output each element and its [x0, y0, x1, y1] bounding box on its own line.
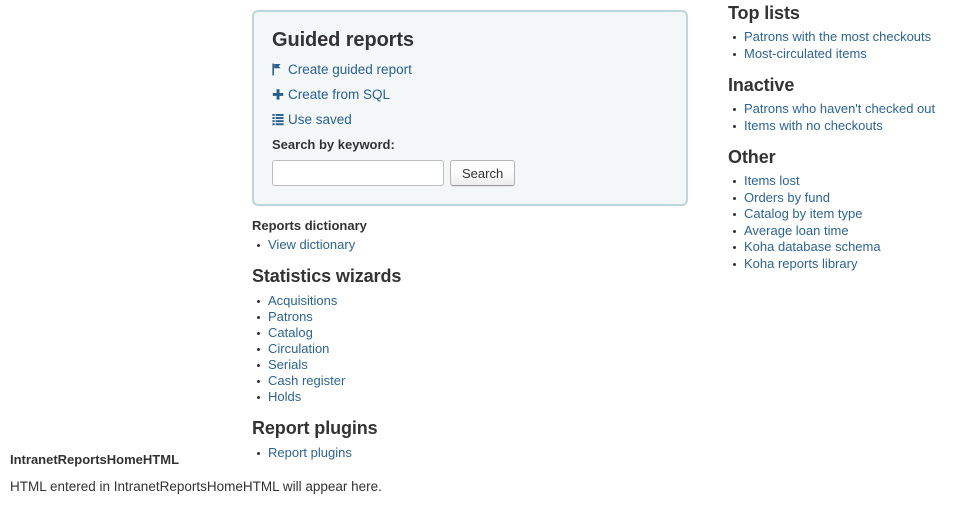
search-button[interactable]: Search: [450, 160, 516, 186]
stat-patrons-link[interactable]: Patrons: [268, 309, 313, 324]
use-saved-link[interactable]: Use saved: [288, 112, 352, 127]
search-row: Search: [272, 160, 668, 186]
sidebar-item-catalog-by-item-type[interactable]: Catalog by item type: [744, 206, 863, 221]
list-item: Circulation: [252, 341, 688, 357]
guided-reports-panel: Guided reports Create guided report Crea…: [252, 10, 688, 206]
sidebar-other-list: Items lost Orders by fund Catalog by ite…: [728, 173, 953, 272]
stat-acquisitions-link[interactable]: Acquisitions: [268, 293, 337, 308]
sidebar-top-lists-title: Top lists: [728, 3, 800, 23]
stat-cash-register-link[interactable]: Cash register: [268, 373, 345, 388]
list-item: Items with no checkouts: [728, 118, 953, 135]
list-item: Catalog: [252, 325, 688, 341]
sidebar-item-items-no-checkouts[interactable]: Items with no checkouts: [744, 118, 883, 133]
use-saved-row: Use saved: [272, 112, 668, 128]
intranet-reports-home-html-block: IntranetReportsHomeHTML HTML entered in …: [10, 452, 710, 495]
stat-circulation-link[interactable]: Circulation: [268, 341, 329, 356]
statistics-wizards-list: Acquisitions Patrons Catalog Circulation…: [252, 293, 688, 405]
sidebar-item-koha-reports-library[interactable]: Koha reports library: [744, 256, 857, 271]
main-column: Guided reports Create guided report Crea…: [252, 10, 688, 461]
list-item: Acquisitions: [252, 293, 688, 309]
statistics-wizards-title: Statistics wizards: [252, 266, 402, 286]
list-item: Orders by fund: [728, 190, 953, 207]
statistics-wizards-section: Statistics wizards Acquisitions Patrons …: [252, 265, 688, 405]
reports-dictionary-list: View dictionary: [252, 237, 688, 253]
sidebar-item-most-circulated-items[interactable]: Most-circulated items: [744, 46, 867, 61]
create-guided-report-link[interactable]: Create guided report: [288, 62, 412, 77]
sidebar-inactive-list: Patrons who haven't checked out Items wi…: [728, 101, 953, 134]
list-item: Patrons: [252, 309, 688, 325]
stat-holds-link[interactable]: Holds: [268, 389, 301, 404]
sidebar-group-other: Other Items lost Orders by fund Catalog …: [728, 146, 953, 272]
sidebar-item-items-lost[interactable]: Items lost: [744, 173, 800, 188]
reports-dictionary-section: Reports dictionary View dictionary: [252, 218, 688, 253]
list-item: View dictionary: [252, 237, 688, 253]
list-item: Catalog by item type: [728, 206, 953, 223]
intranet-reports-home-html-text: HTML entered in IntranetReportsHomeHTML …: [10, 479, 382, 494]
list-item: Cash register: [252, 373, 688, 389]
reports-home-page: Guided reports Create guided report Crea…: [0, 0, 957, 511]
create-guided-report-row: Create guided report: [272, 62, 668, 78]
list-icon: [272, 113, 284, 126]
view-dictionary-link[interactable]: View dictionary: [268, 237, 355, 252]
sidebar-item-average-loan-time[interactable]: Average loan time: [744, 223, 849, 238]
list-item: Koha reports library: [728, 256, 953, 273]
reports-dictionary-title: Reports dictionary: [252, 218, 367, 233]
list-item: Items lost: [728, 173, 953, 190]
sidebar-item-patrons-not-checked-out[interactable]: Patrons who haven't checked out: [744, 101, 935, 116]
create-from-sql-link[interactable]: Create from SQL: [288, 87, 390, 102]
sidebar-item-orders-by-fund[interactable]: Orders by fund: [744, 190, 830, 205]
intranet-reports-home-html-title: IntranetReportsHomeHTML: [10, 452, 180, 467]
list-item: Average loan time: [728, 223, 953, 240]
list-item: Holds: [252, 389, 688, 405]
sidebar-top-lists-list: Patrons with the most checkouts Most-cir…: [728, 29, 953, 62]
magic-wand-icon: [272, 63, 284, 76]
list-item: Koha database schema: [728, 239, 953, 256]
stat-serials-link[interactable]: Serials: [268, 357, 308, 372]
sidebar-item-koha-database-schema[interactable]: Koha database schema: [744, 239, 881, 254]
sidebar-group-inactive: Inactive Patrons who haven't checked out…: [728, 74, 953, 134]
guided-reports-title: Guided reports: [272, 29, 414, 51]
plus-icon: [272, 88, 284, 101]
list-item: Most-circulated items: [728, 46, 953, 63]
search-by-keyword-label: Search by keyword:: [272, 137, 395, 152]
list-item: Serials: [252, 357, 688, 373]
sidebar-item-patrons-most-checkouts[interactable]: Patrons with the most checkouts: [744, 29, 931, 44]
sidebar-group-top-lists: Top lists Patrons with the most checkout…: [728, 2, 953, 62]
stat-catalog-link[interactable]: Catalog: [268, 325, 313, 340]
create-from-sql-row: Create from SQL: [272, 87, 668, 103]
report-plugins-title: Report plugins: [252, 418, 378, 438]
sidebar-column: Top lists Patrons with the most checkout…: [728, 2, 953, 272]
search-input[interactable]: [272, 160, 444, 186]
list-item: Patrons who haven't checked out: [728, 101, 953, 118]
list-item: Patrons with the most checkouts: [728, 29, 953, 46]
sidebar-other-title: Other: [728, 147, 776, 167]
sidebar-inactive-title: Inactive: [728, 75, 795, 95]
